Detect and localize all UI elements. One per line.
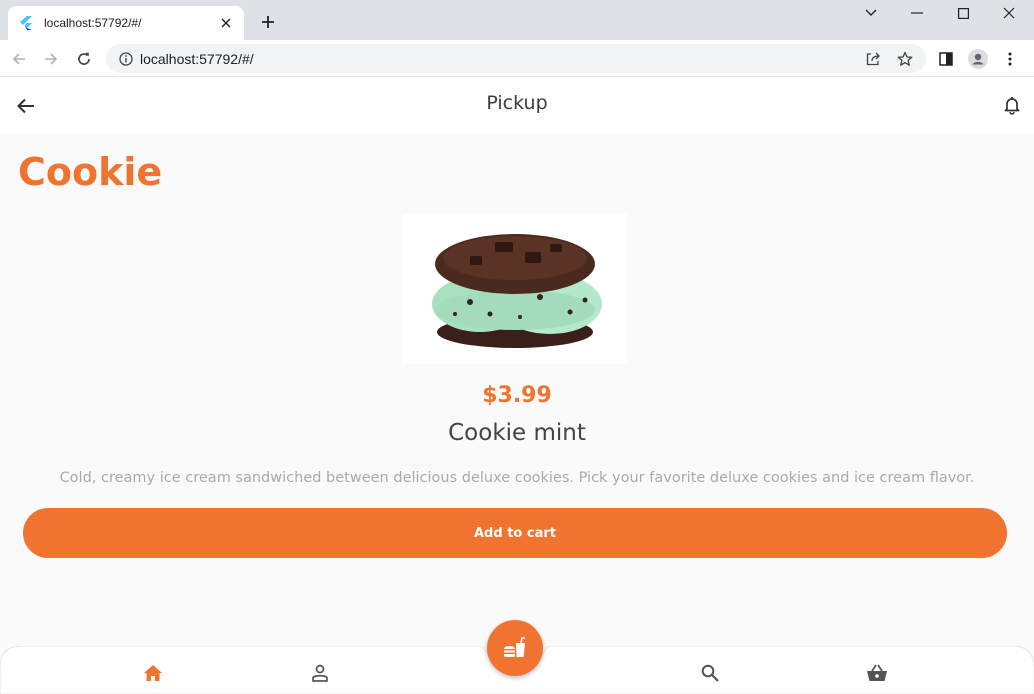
notification-bell-icon[interactable]	[1000, 93, 1024, 117]
new-tab-icon[interactable]	[258, 12, 278, 32]
close-tab-icon[interactable]	[218, 15, 234, 31]
more-menu-icon[interactable]	[999, 48, 1021, 70]
product-image	[402, 214, 627, 364]
category-title: Cookie	[18, 150, 163, 194]
flutter-icon	[18, 15, 34, 31]
site-info-icon[interactable]	[118, 51, 134, 67]
basket-icon[interactable]	[865, 661, 889, 685]
profile-icon[interactable]	[967, 48, 989, 70]
fastfood-icon	[503, 637, 527, 659]
page-title: Pickup	[486, 92, 548, 114]
home-icon[interactable]	[141, 661, 165, 685]
share-icon[interactable]	[864, 50, 882, 68]
url-text: localhost:57792/#/	[140, 50, 254, 67]
maximize-icon[interactable]	[940, 0, 986, 26]
product-name: Cookie mint	[448, 420, 586, 446]
minimize-icon[interactable]	[894, 0, 940, 26]
product-description: Cold, creamy ice cream sandwiched betwee…	[59, 470, 975, 486]
close-window-icon[interactable]	[986, 0, 1032, 26]
add-to-cart-button[interactable]: Add to cart	[23, 508, 1007, 558]
app-bar: Pickup	[0, 78, 1034, 133]
person-icon[interactable]	[308, 661, 332, 685]
tab-search-icon[interactable]	[848, 0, 894, 26]
browser-back-icon[interactable]	[8, 48, 30, 70]
fastfood-fab-button[interactable]	[487, 620, 543, 676]
search-icon[interactable]	[698, 661, 722, 685]
tab-title: localhost:57792/#/	[44, 16, 142, 30]
browser-forward-icon[interactable]	[40, 48, 62, 70]
product-price: $3.99	[482, 383, 552, 408]
browser-toolbar: localhost:57792/#/	[0, 40, 1034, 77]
browser-tab[interactable]: localhost:57792/#/	[8, 6, 244, 40]
bookmark-star-icon[interactable]	[896, 50, 914, 68]
address-bar[interactable]: localhost:57792/#/	[106, 44, 926, 73]
reload-icon[interactable]	[73, 48, 95, 70]
browser-tabstrip: localhost:57792/#/	[0, 0, 1034, 40]
side-panel-icon[interactable]	[935, 48, 957, 70]
